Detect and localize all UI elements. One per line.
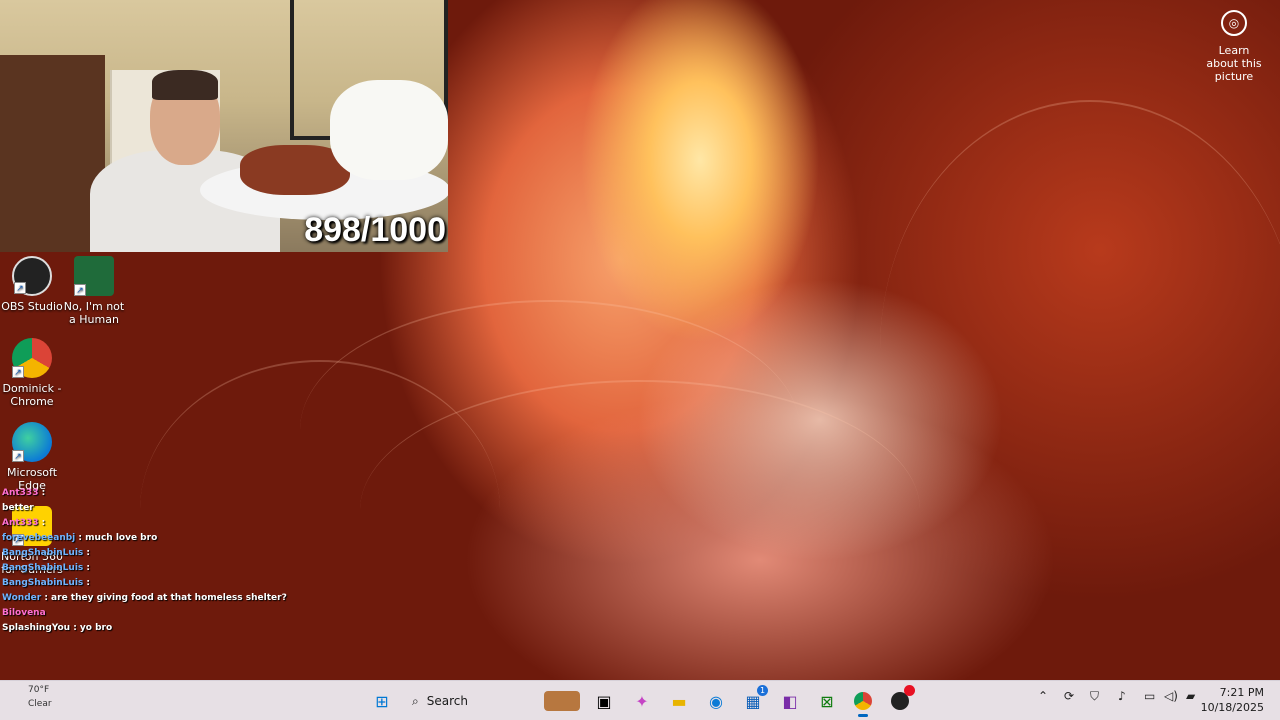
chat-message: better [2,501,242,516]
edge-icon: ◉ [709,691,723,711]
file-explorer-button[interactable]: ▬ [667,689,691,713]
clock-time: 7:21 PM [1219,686,1264,699]
chat-text: : much love bro [78,533,158,543]
obs-icon: ↗ [12,256,52,296]
chrome-taskbar-button[interactable] [851,689,875,717]
taskbar: 70°F Clear ⊞ ⌕ Search ▣ ✦ ▬ ◉ ▦ 1 ◧ ⊠ ⌃ … [0,680,1280,720]
chat-username: Bilovena [2,608,46,618]
chat-text: better [2,503,34,513]
copilot-icon: ✦ [635,691,649,711]
chat-username: Ant333 [2,518,39,528]
wallpaper-texture [880,100,1280,600]
task-view-icon: ▣ [596,691,612,711]
recording-badge [904,685,915,696]
shield-icon: ⛉ [1090,689,1100,703]
speaker-icon: ◁) [1164,689,1178,703]
chat-message: Wonder : are they giving food at that ho… [2,591,287,606]
clock[interactable]: 7:21 PM 10/18/2025 [1201,685,1264,715]
desktop-icon-obs[interactable]: ↗ OBS Studio [0,256,64,313]
desktop-icon-game[interactable]: ↗ No, I'm not a Human [62,256,126,326]
edge-icon: ↗ [12,422,52,462]
chat-message: Ant333 : [2,516,242,531]
search-box[interactable]: ⌕ Search [402,687,586,715]
shortcut-arrow-icon: ↗ [12,450,24,462]
chat-message: forevebeeanbj : much love bro [2,531,242,546]
chat-message: Ant333 : [2,486,242,501]
chat-text: : yo bro [73,623,113,633]
camera-icon: ◎ [1221,10,1247,36]
chat-username: forevebeeanbj [2,533,76,543]
chat-message: Bilovena [2,606,242,621]
network-icon: ▭ [1144,689,1156,703]
weather-temperature: 70°F [28,685,50,695]
clock-date: 10/18/2025 [1200,701,1264,714]
desktop-icon-label: No, I'm not a Human [63,300,125,326]
learn-about-picture-button[interactable]: ◎ Learn about this picture [1204,10,1264,83]
chat-message: BangShabinLuis : [2,546,242,561]
microphone-icon: ♪ [1118,689,1126,703]
battery-icon: ▰ [1186,689,1196,703]
chat-text: : [41,518,46,528]
weather-description: Clear [28,699,52,709]
chat-text: : [41,488,46,498]
shortcut-arrow-icon: ↗ [74,284,86,296]
search-icon: ⌕ [412,693,419,708]
chat-text: : [86,548,91,558]
app-icon: ◧ [782,691,798,711]
weather-widget[interactable]: 70°F Clear [28,683,52,711]
game-icon: ↗ [74,256,114,296]
desktop-icon-chrome[interactable]: ↗ Dominick - Chrome [0,338,64,408]
chat-text: : [86,578,91,588]
edge-taskbar-button[interactable]: ◉ [704,689,728,713]
webcam-overlay: 898/1000 [0,0,448,252]
chat-username: BangShabinLuis [2,563,84,573]
desktop-icon-edge[interactable]: ↗ Microsoft Edge [0,422,64,492]
show-hidden-icons-button[interactable]: ⌃ [1038,689,1048,703]
battery-tray-button[interactable]: ▰ [1186,689,1195,703]
chat-message: SplashingYou : yo bro [2,621,242,636]
search-placeholder: Search [426,694,468,708]
chat-username: Ant333 [2,488,39,498]
desktop-icon-label: OBS Studio [1,300,63,313]
folder-icon: ▬ [671,691,687,711]
chrome-icon [854,692,872,710]
chat-username: BangShabinLuis [2,548,84,558]
app-button[interactable]: ◧ [778,689,802,713]
start-button[interactable]: ⊞ [370,689,394,713]
copilot-button[interactable]: ✦ [630,689,654,713]
microphone-tray-button[interactable]: ♪ [1118,689,1126,703]
security-tray-button[interactable]: ⛉ [1090,689,1099,704]
chat-text: : are they giving food at that homeless … [44,593,287,603]
volume-tray-button[interactable]: ◁) [1164,689,1178,703]
learn-about-label: Learn about this picture [1206,44,1262,83]
store-badge: 1 [757,685,768,696]
chat-username: Wonder [2,593,42,603]
chat-username: BangShabinLuis [2,578,84,588]
network-tray-button[interactable]: ▭ [1144,689,1155,703]
obs-taskbar-button[interactable] [888,685,915,713]
chat-text: : [86,563,91,573]
shortcut-arrow-icon: ↗ [14,282,26,294]
progress-counter: 898/1000 [304,211,446,249]
chrome-icon: ↗ [12,338,52,378]
chat-message: BangShabinLuis : [2,576,242,591]
search-highlight-icon [544,691,580,711]
store-button[interactable]: ▦ 1 [741,685,768,713]
stream-chat-overlay: Ant333 : better Ant333 : forevebeeanbj :… [2,486,287,636]
webcam-whipped-cream [330,80,448,180]
active-indicator [858,714,868,717]
task-view-button[interactable]: ▣ [592,689,616,713]
chevron-up-icon: ⌃ [1038,689,1049,703]
sync-icon: ⟳ [1064,689,1075,703]
webcam-person-hair [152,70,218,100]
windows-logo-icon: ⊞ [375,691,389,711]
desktop-icon-label: Dominick - Chrome [2,382,62,408]
chat-username: SplashingYou [2,623,71,633]
xbox-button[interactable]: ⊠ [815,689,839,713]
sync-tray-button[interactable]: ⟳ [1064,689,1074,703]
chat-message: BangShabinLuis : [2,561,242,576]
xbox-icon: ⊠ [820,691,834,711]
shortcut-arrow-icon: ↗ [12,366,24,378]
